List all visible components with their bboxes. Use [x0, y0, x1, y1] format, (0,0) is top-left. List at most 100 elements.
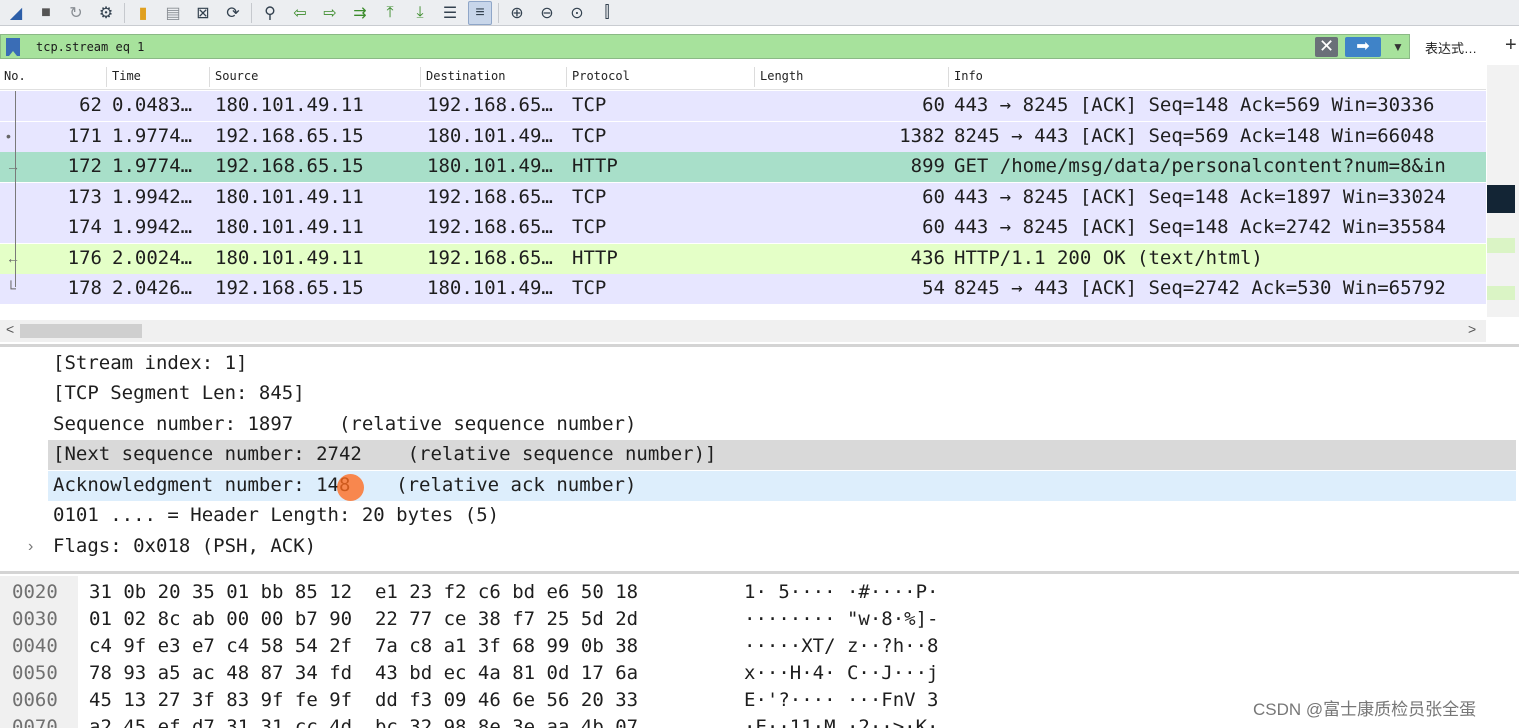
shark-fin-start-icon[interactable]: ◢: [4, 1, 28, 25]
detail-next-sequence-number[interactable]: [Next sequence number: 2742 (relative se…: [48, 440, 1516, 470]
cell-info: HTTP/1.1 200 OK (text/html): [954, 246, 1263, 269]
hex-row[interactable]: 0020 31 0b 20 35 01 bb 85 12 e1 23 f2 c6 …: [0, 578, 1000, 605]
cell-protocol: TCP: [572, 277, 607, 299]
column-header-no[interactable]: No.: [4, 69, 26, 83]
display-filter-bar: tcp.stream eq 1 ✕ ➡ ▼ 表达式… +: [0, 32, 1519, 62]
filter-text[interactable]: tcp.stream eq 1: [36, 40, 144, 54]
cell-time: 1.9774…: [112, 155, 193, 177]
packet-row[interactable]: 178 2.0426… 192.168.65.15 180.101.49… TCP 54 8…: [0, 274, 1486, 304]
clear-filter-button[interactable]: ✕: [1315, 37, 1338, 57]
hex-bytes[interactable]: 31 0b 20 35 01 bb 85 12 e1 23 f2 c6 bd e…: [89, 581, 638, 603]
zoom-out-icon[interactable]: ⊖: [535, 1, 559, 25]
last-packet-icon[interactable]: ⤓: [408, 1, 432, 25]
packet-row[interactable]: 172 1.9774… 192.168.65.15 180.101.49… HTTP 89…: [0, 152, 1486, 182]
first-packet-icon[interactable]: ⤒: [378, 1, 402, 25]
cell-info: 443 → 8245 [ACK] Seq=148 Ack=569 Win=303…: [954, 94, 1435, 116]
cell-info: 443 → 8245 [ACK] Seq=148 Ack=1897 Win=33…: [954, 185, 1446, 208]
detail-sequence-number[interactable]: Sequence number: 1897 (relative sequence…: [48, 410, 1516, 440]
hex-ascii[interactable]: 1· 5···· ·#····P·: [744, 581, 938, 603]
filter-history-dropdown[interactable]: ▼: [1388, 37, 1408, 57]
hex-bytes[interactable]: 45 13 27 3f 83 9f fe 9f dd f3 09 46 6e 5…: [89, 689, 638, 711]
cell-length: 54: [922, 277, 945, 299]
expand-chevron-icon[interactable]: ›: [28, 538, 33, 556]
restart-icon[interactable]: ↻: [64, 1, 88, 25]
hex-row[interactable]: 0060 45 13 27 3f 83 9f fe 9f dd f3 09 46 …: [0, 686, 1000, 713]
go-back-icon[interactable]: ⇦: [288, 1, 312, 25]
hex-bytes[interactable]: c4 9f e3 e7 c4 58 54 2f 7a c8 a1 3f 68 9…: [89, 635, 638, 657]
add-filter-button[interactable]: +: [1505, 34, 1517, 57]
detail-stream-index[interactable]: [Stream index: 1]: [48, 349, 1516, 379]
hex-ascii[interactable]: x···H·4· C··J···j: [744, 662, 938, 684]
zoom-reset-icon[interactable]: ⊙: [565, 1, 589, 25]
packet-row[interactable]: 174 1.9942… 180.101.49.11 192.168.65… TCP 60 4…: [0, 213, 1486, 243]
packet-list-hscrollbar[interactable]: < >: [0, 320, 1486, 342]
hex-bytes[interactable]: a2 45 ef d7 31 31 cc 4d bc 32 98 8e 3e a…: [89, 716, 638, 728]
cell-protocol: TCP: [572, 124, 607, 147]
packet-row[interactable]: 176 2.0024… 180.101.49.11 192.168.65… HTTP 43…: [0, 243, 1486, 274]
hex-offset: 0070: [12, 716, 58, 728]
detail-flags[interactable]: Flags: 0x018 (PSH, ACK): [48, 532, 1516, 562]
packet-row[interactable]: 173 1.9942… 180.101.49.11 192.168.65… TCP 60 4…: [0, 182, 1486, 213]
hex-ascii[interactable]: ·····XT/ z··?h··8: [744, 635, 938, 657]
column-header-time[interactable]: Time: [112, 69, 141, 83]
display-filter-input[interactable]: tcp.stream eq 1 ✕ ➡ ▼: [0, 34, 1410, 59]
close-file-icon[interactable]: ⊠: [191, 1, 215, 25]
pane-splitter[interactable]: [0, 344, 1519, 347]
hex-ascii[interactable]: ·E··11·M ·2··>·K·: [744, 716, 938, 728]
reload-file-icon[interactable]: ⟳: [221, 1, 245, 25]
hscroll-thumb[interactable]: [20, 324, 142, 338]
bookmark-icon[interactable]: [6, 38, 20, 56]
hex-ascii[interactable]: E·'?···· ···FnV 3: [744, 689, 938, 711]
hex-ascii[interactable]: ········ "w·8·%]-: [744, 608, 938, 630]
cell-source: 180.101.49.11: [215, 246, 364, 269]
resize-columns-icon[interactable]: ⫿: [595, 1, 619, 25]
column-header-destination[interactable]: Destination: [426, 69, 505, 83]
scroll-left-arrow[interactable]: <: [6, 321, 14, 337]
detail-ack-number[interactable]: Acknowledgment number: 148 (relative ack…: [48, 471, 1516, 501]
hex-bytes[interactable]: 78 93 a5 ac 48 87 34 fd 43 bd ec 4a 81 0…: [89, 662, 638, 684]
hex-bytes[interactable]: 01 02 8c ab 00 00 b7 90 22 77 ce 38 f7 2…: [89, 608, 638, 630]
cell-destination: 192.168.65…: [427, 94, 553, 116]
go-to-packet-icon[interactable]: ⇉: [348, 1, 372, 25]
cell-time: 1.9942…: [112, 216, 193, 238]
autoscroll-icon[interactable]: ☰: [438, 1, 462, 25]
detail-header-length[interactable]: 0101 .... = Header Length: 20 bytes (5): [48, 501, 1516, 531]
column-header-source[interactable]: Source: [215, 69, 258, 83]
apply-filter-button[interactable]: ➡: [1345, 37, 1381, 57]
scroll-minimap-mark: [1487, 286, 1515, 300]
cell-source: 180.101.49.11: [215, 94, 364, 116]
scroll-right-arrow[interactable]: >: [1468, 321, 1476, 337]
hex-row[interactable]: 0070 a2 45 ef d7 31 31 cc 4d bc 32 98 8e …: [0, 713, 1000, 728]
save-file-icon[interactable]: ▤: [161, 1, 185, 25]
go-forward-icon[interactable]: ⇨: [318, 1, 342, 25]
expression-button[interactable]: 表达式…: [1425, 38, 1477, 57]
packet-list-vscroll-thumb[interactable]: [1487, 185, 1515, 213]
cell-length: 60: [922, 94, 945, 116]
cell-protocol: HTTP: [572, 246, 618, 269]
packet-list-pane: No. Time Source Destination Protocol Len…: [0, 65, 1519, 345]
hex-row[interactable]: 0050 78 93 a5 ac 48 87 34 fd 43 bd ec 4a …: [0, 659, 1000, 686]
capture-options-icon[interactable]: ⚙: [94, 1, 118, 25]
hex-row[interactable]: 0030 01 02 8c ab 00 00 b7 90 22 77 ce 38 …: [0, 605, 1000, 632]
pane-splitter[interactable]: [0, 571, 1519, 574]
packet-row[interactable]: 62 0.0483… 180.101.49.11 192.168.65… TCP 60 44…: [0, 91, 1486, 121]
column-header-length[interactable]: Length: [760, 69, 803, 83]
cell-length: 60: [922, 185, 945, 208]
hex-offset: 0020: [12, 581, 58, 603]
stop-square-icon[interactable]: ■: [34, 1, 58, 25]
cell-destination: 192.168.65…: [427, 246, 553, 269]
packet-row[interactable]: 171 1.9774… 192.168.65.15 180.101.49… TCP 138…: [0, 121, 1486, 152]
column-header-info[interactable]: Info: [954, 69, 983, 83]
column-header-protocol[interactable]: Protocol: [572, 69, 630, 83]
cell-info: 8245 → 443 [ACK] Seq=569 Ack=148 Win=660…: [954, 124, 1435, 147]
find-packet-icon[interactable]: ⚲: [258, 1, 282, 25]
watermark: CSDN @富士康质检员张全蛋: [1253, 700, 1477, 719]
cell-info: 8245 → 443 [ACK] Seq=2742 Ack=530 Win=65…: [954, 277, 1446, 299]
cell-destination: 180.101.49…: [427, 277, 553, 299]
hex-offset: 0030: [12, 608, 58, 630]
detail-segment-len[interactable]: [TCP Segment Len: 845]: [48, 379, 1516, 409]
colorize-icon[interactable]: ≡: [468, 0, 492, 25]
hex-row[interactable]: 0040 c4 9f e3 e7 c4 58 54 2f 7a c8 a1 3f …: [0, 632, 1000, 659]
zoom-in-icon[interactable]: ⊕: [505, 1, 529, 25]
open-folder-icon[interactable]: ▮: [131, 1, 155, 25]
